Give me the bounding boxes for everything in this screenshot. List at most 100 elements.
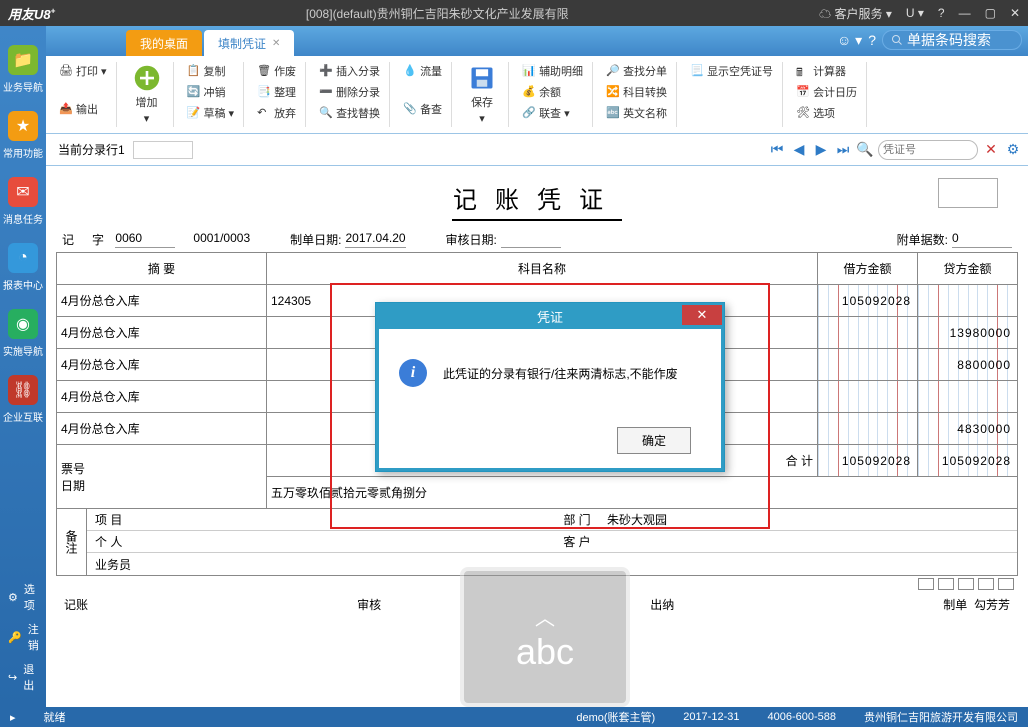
sidebar-ent[interactable]: ⛓企业互联	[0, 366, 46, 432]
close-icon[interactable]: ✕	[1006, 6, 1024, 20]
cell-credit[interactable]: 4830000	[918, 413, 1018, 445]
cell-credit[interactable]: 8800000	[918, 349, 1018, 381]
dialog-title: 凭证	[376, 307, 724, 326]
si5[interactable]	[998, 578, 1014, 590]
sidebar-msg[interactable]: ✉消息任务	[0, 168, 46, 234]
barcode-search[interactable]: 单据条码搜索	[882, 30, 1022, 50]
tb-find-doc[interactable]: 🔎查找分单	[603, 62, 670, 80]
nav-gear-icon[interactable]: ⚙	[1004, 141, 1022, 159]
nav-prev-icon[interactable]: ◀	[790, 141, 808, 159]
tb-abandon[interactable]: ↶放弃	[254, 104, 299, 122]
cell-debit[interactable]	[818, 349, 918, 381]
sidebar-common[interactable]: ★常用功能	[0, 102, 46, 168]
tb-draft[interactable]: 📝草稿 ▾	[184, 104, 238, 122]
cell-debit[interactable]: 105092028	[818, 285, 918, 317]
u-menu[interactable]: U ▾	[902, 6, 928, 20]
sidebar-impl[interactable]: ◉实施导航	[0, 300, 46, 366]
hdr-summary: 摘 要	[57, 253, 267, 285]
si2[interactable]	[938, 578, 954, 590]
ok-button[interactable]: 确定	[617, 427, 691, 454]
si1[interactable]	[918, 578, 934, 590]
sb-ready: 就绪	[40, 709, 70, 725]
tb-print[interactable]: 🖨打印 ▾	[56, 62, 110, 80]
cell-debit[interactable]	[818, 381, 918, 413]
cell-credit[interactable]: 13980000	[918, 317, 1018, 349]
sig-audit: 审核	[357, 596, 381, 613]
current-line-input[interactable]	[133, 141, 193, 159]
cell-credit[interactable]	[918, 381, 1018, 413]
eng-icon: 🔤	[606, 106, 620, 120]
sidebar-logout[interactable]: 🔑注销	[0, 617, 46, 657]
help2-icon[interactable]: ?	[868, 32, 876, 48]
tb-calc[interactable]: 🖩计算器	[793, 62, 860, 80]
tb-balance[interactable]: 💰余额	[519, 83, 586, 101]
tb-save[interactable]: 保存 ▾	[462, 62, 502, 127]
chinese-amount: 五万零玖佰贰拾元零贰角捌分	[267, 477, 1018, 509]
tb-copy[interactable]: 📋复制	[184, 62, 238, 80]
cell-summary[interactable]: 4月份总仓入库	[57, 413, 267, 445]
stamp-box	[938, 178, 998, 208]
minimize-icon[interactable]: —	[955, 6, 975, 20]
dialog-close-button[interactable]: ✕	[682, 305, 722, 325]
tb-find-replace[interactable]: 🔍查找替换	[316, 104, 383, 122]
tb-show-empty[interactable]: 📃显示空凭证号	[687, 62, 776, 80]
tb-linked[interactable]: 🔗联查 ▾	[519, 104, 586, 122]
tb-options[interactable]: 🛠选项	[793, 104, 860, 122]
tab-row: 我的桌面 填制凭证✕ ☺ ▾ ? 单据条码搜索	[46, 26, 1028, 56]
cell-summary[interactable]: 4月份总仓入库	[57, 285, 267, 317]
sidebar-biz-nav[interactable]: 📁业务导航	[0, 36, 46, 102]
nav-next-icon[interactable]: ▶	[812, 141, 830, 159]
nav-clear-icon[interactable]: ✕	[982, 141, 1000, 159]
tb-output[interactable]: 📤输出	[56, 100, 110, 118]
tab-voucher[interactable]: 填制凭证✕	[204, 30, 294, 56]
customer-service-link[interactable]: ☁ 客户服务 ▾	[815, 5, 896, 22]
cell-credit[interactable]	[918, 285, 1018, 317]
tb-reverse[interactable]: 🔄冲销	[184, 83, 238, 101]
nav-first-icon[interactable]: ⏮	[768, 141, 786, 159]
cell-debit[interactable]	[818, 317, 918, 349]
cell-summary[interactable]: 4月份总仓入库	[57, 381, 267, 413]
si4[interactable]	[978, 578, 994, 590]
gear-icon: ⚙	[8, 591, 18, 604]
tab-close-icon[interactable]: ✕	[272, 38, 280, 49]
exit-icon: ↪	[8, 671, 17, 684]
voucher-no-search[interactable]	[878, 140, 978, 160]
tb-backup[interactable]: 📎备查	[400, 100, 445, 118]
sig-cashier: 出纳	[650, 596, 674, 613]
tb-aux[interactable]: 📊辅助明细	[519, 62, 586, 80]
ticket-no-label: 票号	[61, 462, 85, 476]
total-debit: 105092028	[818, 445, 918, 477]
sidebar-exit[interactable]: ↪退出	[0, 657, 46, 697]
current-line-label: 当前分录行1	[58, 141, 125, 158]
draft-icon: 📝	[187, 106, 201, 120]
chart-icon: ◔	[8, 243, 38, 273]
tb-delete-line[interactable]: ➖删除分录	[316, 83, 383, 101]
cell-summary[interactable]: 4月份总仓入库	[57, 349, 267, 381]
nav-last-icon[interactable]: ⏭	[834, 141, 852, 159]
tb-flow[interactable]: 💧流量	[400, 62, 445, 80]
tb-insert-line[interactable]: ➕插入分录	[316, 62, 383, 80]
find-icon: 🔍	[319, 106, 333, 120]
tb-void[interactable]: 🗑作废	[254, 62, 299, 80]
nav-search-icon[interactable]: 🔍	[856, 141, 874, 159]
cell-debit[interactable]	[818, 413, 918, 445]
cell-summary[interactable]: 4月份总仓入库	[57, 317, 267, 349]
dialog-message: 此凭证的分录有银行/往来两清标志,不能作废	[443, 365, 678, 382]
tb-calendar[interactable]: 📅会计日历	[793, 83, 860, 101]
sidebar-report[interactable]: ◔报表中心	[0, 234, 46, 300]
smile-icon[interactable]: ☺ ▾	[837, 32, 862, 49]
sidebar-options[interactable]: ⚙选项	[0, 577, 46, 617]
titlebar: 用友U8+ [008](default)贵州铜仁吉阳朱砂文化产业发展有限 ☁ 客…	[0, 0, 1028, 26]
dept-val: 朱砂大观园	[607, 511, 1017, 528]
tab-desktop[interactable]: 我的桌面	[126, 30, 202, 56]
tb-eng-name[interactable]: 🔤英文名称	[603, 104, 670, 122]
si3[interactable]	[958, 578, 974, 590]
help-icon[interactable]: ?	[934, 6, 949, 20]
tb-tidy[interactable]: 📑整理	[254, 83, 299, 101]
folder-icon: 📁	[8, 45, 38, 75]
maximize-icon[interactable]: ▢	[981, 6, 1000, 20]
date-label: 日期	[61, 479, 85, 493]
tb-add[interactable]: 增加 ▾	[127, 62, 167, 127]
tb-acct-switch[interactable]: 🔀科目转换	[603, 83, 670, 101]
doc-title: 记账凭证	[56, 180, 1018, 215]
